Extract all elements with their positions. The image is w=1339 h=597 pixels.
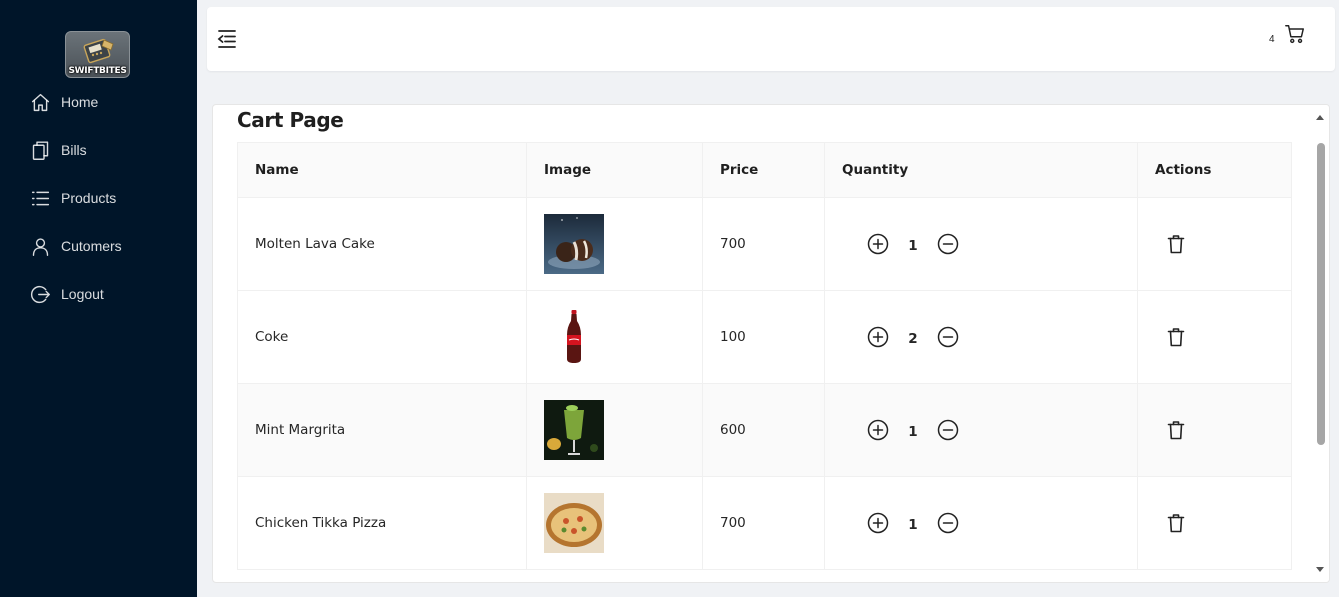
item-name: Coke <box>237 290 527 384</box>
sidebar-item-label: Bills <box>61 142 87 158</box>
scroll-up-arrow-icon[interactable] <box>1316 115 1324 120</box>
item-name: Chicken Tikka Pizza <box>237 476 527 570</box>
table-row: Molten Lava Cake 700 1 <box>237 197 1292 291</box>
sidebar-item-label: Home <box>61 94 99 110</box>
image-cell <box>526 383 703 477</box>
sidebar-menu: Home Bills Products Cutomers Logout <box>0 78 197 318</box>
actions-cell <box>1137 197 1292 291</box>
logout-icon <box>30 284 51 305</box>
quantity-value: 2 <box>908 331 918 347</box>
sidebar-item-label: Logout <box>61 286 104 302</box>
quantity-value: 1 <box>908 517 918 533</box>
image-cell <box>526 476 703 570</box>
chicken-tikka-pizza-photo <box>544 493 604 553</box>
user-icon <box>30 236 51 257</box>
actions-cell <box>1137 476 1292 570</box>
minus-circle-icon[interactable] <box>937 233 959 255</box>
quantity-stepper: 1 <box>842 419 1137 441</box>
item-price: 100 <box>702 290 825 384</box>
cart-table: Name Image Price Quantity Actions Molten… <box>237 142 1292 570</box>
pos-terminal-icon <box>83 38 114 64</box>
item-price: 600 <box>702 383 825 477</box>
vertical-scrollbar[interactable] <box>1312 105 1329 582</box>
minus-circle-icon[interactable] <box>937 512 959 534</box>
sidebar-item-label: Products <box>61 190 117 206</box>
sidebar-item-home[interactable]: Home <box>0 78 197 126</box>
quantity-value: 1 <box>908 238 918 254</box>
column-header-actions[interactable]: Actions <box>1137 142 1292 198</box>
home-icon <box>30 92 51 113</box>
column-header-price[interactable]: Price <box>702 142 825 198</box>
delete-icon[interactable] <box>1166 234 1186 254</box>
shopping-cart-icon[interactable] <box>1284 23 1306 45</box>
coke-bottle-photo <box>544 307 604 367</box>
column-header-quantity[interactable]: Quantity <box>824 142 1138 198</box>
column-header-name[interactable]: Name <box>237 142 527 198</box>
actions-cell <box>1137 383 1292 477</box>
quantity-cell: 2 <box>824 290 1138 384</box>
quantity-cell: 1 <box>824 197 1138 291</box>
minus-circle-icon[interactable] <box>937 326 959 348</box>
quantity-value: 1 <box>908 424 918 440</box>
bills-icon <box>30 140 51 161</box>
sidebar-item-logout[interactable]: Logout <box>0 270 197 318</box>
molten-lava-cake-photo <box>544 214 604 274</box>
quantity-stepper: 1 <box>842 233 1137 255</box>
table-header-row: Name Image Price Quantity Actions <box>237 142 1292 198</box>
image-cell <box>526 197 703 291</box>
plus-circle-icon[interactable] <box>867 419 889 441</box>
list-icon <box>30 188 51 209</box>
sidebar-item-label: Cutomers <box>61 238 122 254</box>
table-row: Mint Margrita 600 1 <box>237 383 1292 477</box>
item-price: 700 <box>702 197 825 291</box>
delete-icon[interactable] <box>1166 513 1186 533</box>
cart-content-panel: Cart Page Name Image Price Quantity Acti… <box>212 104 1330 583</box>
quantity-cell: 1 <box>824 476 1138 570</box>
quantity-stepper: 2 <box>842 326 1137 348</box>
item-name: Molten Lava Cake <box>237 197 527 291</box>
logo-text: SWIFTBITES <box>68 66 127 76</box>
plus-circle-icon[interactable] <box>867 512 889 534</box>
menu-fold-icon[interactable] <box>217 28 237 50</box>
table-row: Coke 100 2 <box>237 290 1292 384</box>
scroll-down-arrow-icon[interactable] <box>1316 567 1324 572</box>
scrollbar-thumb[interactable] <box>1317 143 1325 445</box>
quantity-stepper: 1 <box>842 512 1137 534</box>
plus-circle-icon[interactable] <box>867 233 889 255</box>
top-header: 4 <box>207 7 1335 71</box>
delete-icon[interactable] <box>1166 327 1186 347</box>
cart-count-badge: 4 <box>1269 34 1275 45</box>
swiftbites-logo[interactable]: SWIFTBITES <box>65 31 130 78</box>
delete-icon[interactable] <box>1166 420 1186 440</box>
minus-circle-icon[interactable] <box>937 419 959 441</box>
item-price: 700 <box>702 476 825 570</box>
sidebar-item-customers[interactable]: Cutomers <box>0 222 197 270</box>
actions-cell <box>1137 290 1292 384</box>
item-name: Mint Margrita <box>237 383 527 477</box>
sidebar: SWIFTBITES Home Bills Products Cutomers <box>0 0 197 597</box>
table-row: Chicken Tikka Pizza 700 1 <box>237 476 1292 570</box>
mint-margrita-photo <box>544 400 604 460</box>
plus-circle-icon[interactable] <box>867 326 889 348</box>
page-title: Cart Page <box>237 108 344 132</box>
sidebar-item-bills[interactable]: Bills <box>0 126 197 174</box>
sidebar-item-products[interactable]: Products <box>0 174 197 222</box>
column-header-image[interactable]: Image <box>526 142 703 198</box>
quantity-cell: 1 <box>824 383 1138 477</box>
image-cell <box>526 290 703 384</box>
